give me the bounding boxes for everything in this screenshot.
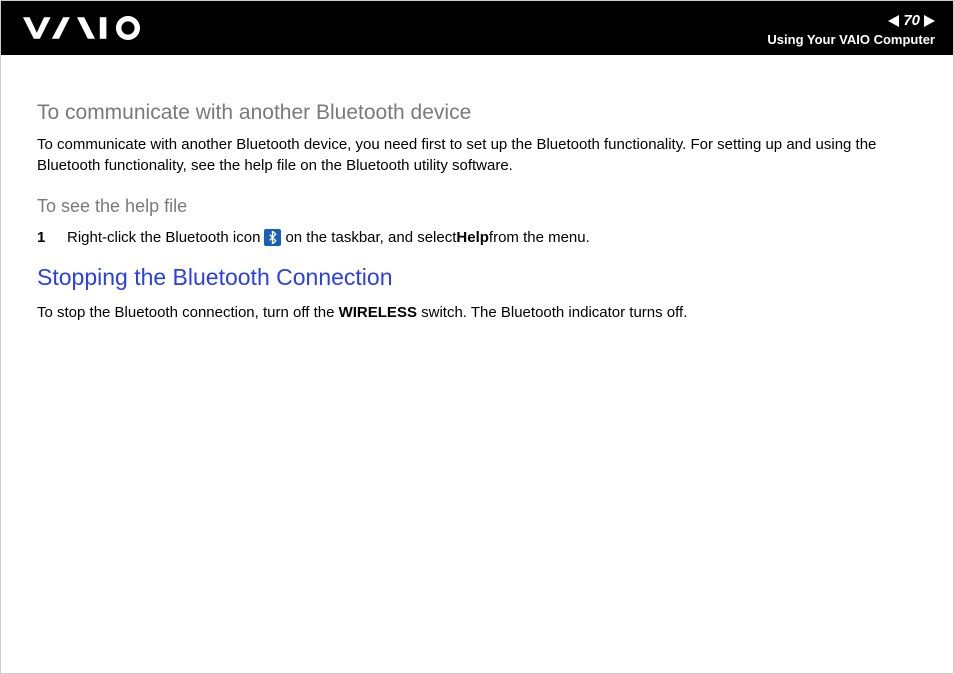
page-navigation: 70 bbox=[767, 13, 935, 28]
page-content: To communicate with another Bluetooth de… bbox=[1, 55, 953, 324]
page-header: 70 Using Your VAIO Computer bbox=[1, 1, 953, 55]
vaio-logo bbox=[23, 1, 155, 55]
para2-post: switch. The Bluetooth indicator turns of… bbox=[417, 304, 687, 321]
bluetooth-icon bbox=[264, 229, 281, 246]
header-section-title: Using Your VAIO Computer bbox=[767, 32, 935, 47]
step1-text-bold: Help bbox=[456, 228, 489, 248]
next-page-arrow-icon[interactable] bbox=[924, 15, 935, 27]
para2-bold: WIRELESS bbox=[339, 304, 417, 321]
step-list: 1 Right-click the Bluetooth icon on the … bbox=[37, 228, 917, 248]
step-number: 1 bbox=[37, 228, 49, 248]
step1-text-post: from the menu. bbox=[489, 228, 590, 248]
step-text: Right-click the Bluetooth icon on the ta… bbox=[67, 228, 590, 248]
heading-stopping: Stopping the Bluetooth Connection bbox=[37, 262, 917, 293]
heading-communicate: To communicate with another Bluetooth de… bbox=[37, 99, 917, 127]
page-number: 70 bbox=[903, 13, 920, 28]
step1-text-pre: Right-click the Bluetooth icon bbox=[67, 228, 260, 248]
header-right: 70 Using Your VAIO Computer bbox=[767, 9, 935, 47]
paragraph-stopping: To stop the Bluetooth connection, turn o… bbox=[37, 303, 917, 323]
prev-page-arrow-icon[interactable] bbox=[888, 15, 899, 27]
para2-pre: To stop the Bluetooth connection, turn o… bbox=[37, 304, 339, 321]
heading-help-file: To see the help file bbox=[37, 194, 917, 218]
step-item-1: 1 Right-click the Bluetooth icon on the … bbox=[37, 228, 917, 248]
step1-text-mid: on the taskbar, and select bbox=[285, 228, 456, 248]
paragraph-communicate: To communicate with another Bluetooth de… bbox=[37, 135, 917, 176]
